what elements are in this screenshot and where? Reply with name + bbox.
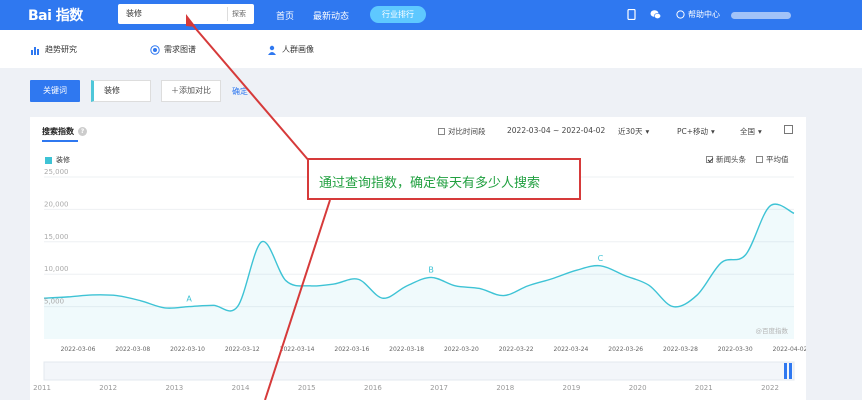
tab-trend-research[interactable]: 趋势研究 <box>31 44 77 55</box>
people-icon <box>268 45 276 55</box>
year-label: 2015 <box>298 384 316 392</box>
annotation-text: 通过查询指数，确定每天有多少人搜索 <box>319 176 541 191</box>
range-handle-left[interactable] <box>784 363 787 379</box>
annotation-marker-c: C <box>598 254 604 263</box>
sub-navbar: 趋势研究 需求图谱 人群画像 <box>0 30 862 68</box>
year-label: 2018 <box>496 384 514 392</box>
help-center-label: 帮助中心 <box>688 10 720 19</box>
search-button[interactable]: 探索 <box>227 7 250 21</box>
keyword-tag-label: 关键词 <box>43 86 67 95</box>
annotation-callout: 通过查询指数，确定每天有多少人搜索 <box>307 158 581 200</box>
keyword-tag[interactable]: 关键词 <box>30 80 80 102</box>
x-tick-label: 2022-03-18 <box>389 346 424 353</box>
wechat-icon[interactable] <box>650 9 661 20</box>
headset-icon <box>676 10 685 19</box>
mobile-icon[interactable] <box>626 9 637 20</box>
annotation-marker-b: B <box>428 265 434 274</box>
year-label: 2011 <box>33 384 51 392</box>
help-center-link[interactable]: 帮助中心 <box>676 9 720 20</box>
baidu-index-logo[interactable]: Bai 指数 <box>28 6 83 24</box>
nav-home[interactable]: 首页 <box>276 9 294 22</box>
year-label: 2020 <box>629 384 647 392</box>
keyword-input[interactable]: 装修 <box>91 80 151 102</box>
x-tick-label: 2022-03-26 <box>608 346 643 353</box>
year-label: 2017 <box>430 384 448 392</box>
tab-demand-map-label: 需求图谱 <box>164 45 196 54</box>
year-label: 2019 <box>563 384 581 392</box>
industry-ranking-button[interactable]: 行业排行 <box>370 6 426 23</box>
x-tick-label: 2022-03-06 <box>61 346 96 353</box>
y-tick-label: 15,000 <box>44 233 69 241</box>
confirm-button[interactable]: 确定 <box>232 86 248 97</box>
year-label: 2016 <box>364 384 382 392</box>
y-tick-label: 25,000 <box>44 168 69 176</box>
tab-trend-research-label: 趋势研究 <box>45 45 77 54</box>
tab-audience-profile-label: 人群画像 <box>282 45 314 54</box>
nav-latest-news[interactable]: 最新动态 <box>313 9 349 22</box>
x-tick-label: 2022-03-22 <box>499 346 534 353</box>
x-tick-label: 2022-03-08 <box>115 346 150 353</box>
search-box[interactable]: 装修 探索 <box>118 4 254 24</box>
x-tick-label: 2022-03-16 <box>334 346 369 353</box>
x-tick-label: 2022-03-10 <box>170 346 205 353</box>
x-tick-label: 2022-03-24 <box>553 346 588 353</box>
annotation-marker-a: A <box>186 295 192 304</box>
y-tick-label: 10,000 <box>44 265 69 273</box>
x-tick-label: 2022-03-14 <box>280 346 315 353</box>
range-handle-right[interactable] <box>789 363 792 379</box>
x-tick-label: 2022-03-30 <box>718 346 753 353</box>
x-tick-label: 2022-04-02 <box>773 346 806 353</box>
year-label: 2013 <box>165 384 183 392</box>
year-label: 2014 <box>232 384 250 392</box>
y-tick-label: 5,000 <box>44 298 64 306</box>
x-tick-label: 2022-03-20 <box>444 346 479 353</box>
watermark: @百度指数 <box>756 326 789 335</box>
radio-icon <box>150 44 160 55</box>
user-account[interactable] <box>731 12 791 19</box>
year-label: 2021 <box>695 384 713 392</box>
add-compare-button[interactable]: ＋添加对比 <box>161 80 221 102</box>
series-area <box>44 204 794 339</box>
x-tick-label: 2022-03-12 <box>225 346 260 353</box>
year-label: 2022 <box>761 384 779 392</box>
range-navigator[interactable] <box>43 361 795 381</box>
search-input[interactable]: 装修 <box>126 8 142 19</box>
trend-chart-icon <box>31 46 39 55</box>
tab-demand-map[interactable]: 需求图谱 <box>150 44 196 55</box>
y-tick-label: 20,000 <box>44 200 69 208</box>
industry-ranking-label: 行业排行 <box>382 10 414 19</box>
logo-text: Bai 指数 <box>28 8 83 24</box>
x-tick-label: 2022-03-28 <box>663 346 698 353</box>
top-navbar: Bai 指数 装修 探索 首页 最新动态 行业排行 帮助中心 <box>0 0 862 30</box>
tab-audience-profile[interactable]: 人群画像 <box>268 44 314 55</box>
year-label: 2012 <box>99 384 117 392</box>
